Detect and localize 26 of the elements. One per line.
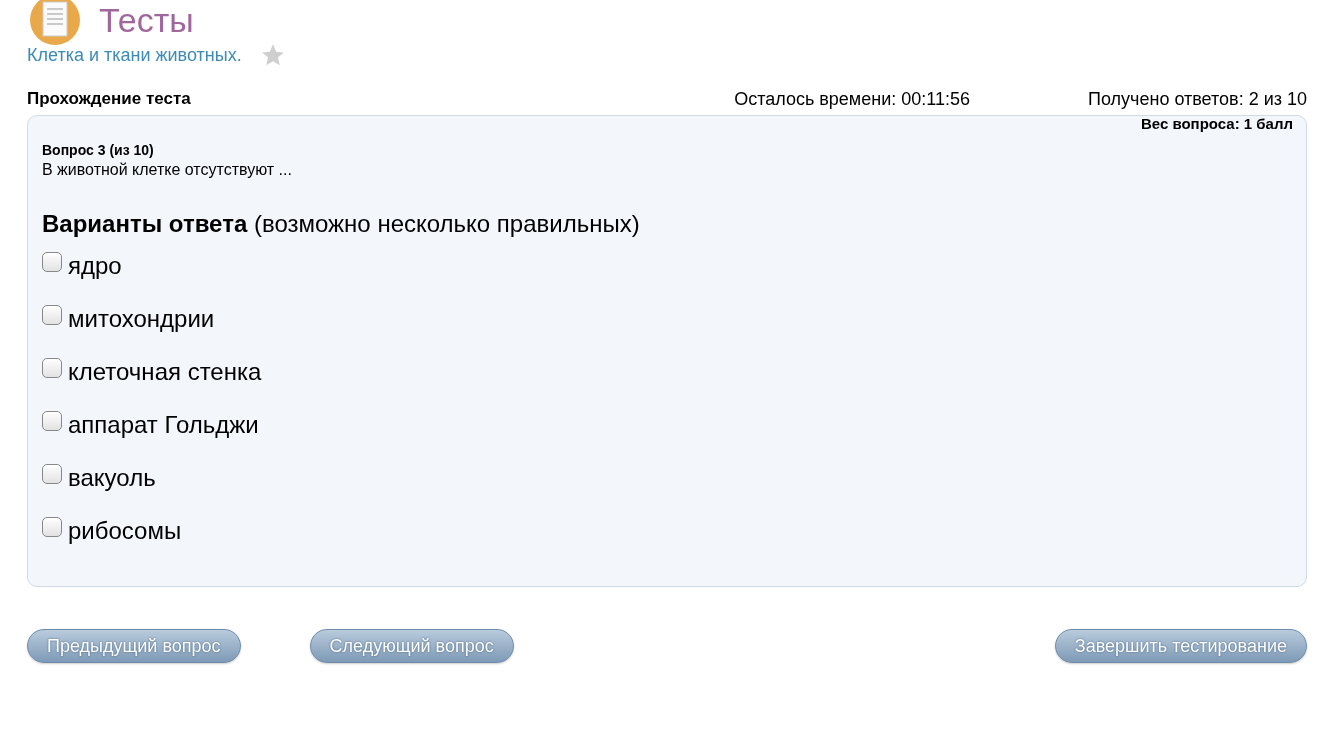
option-label: ядро: [68, 251, 122, 280]
finish-button[interactable]: Завершить тестирование: [1054, 629, 1307, 663]
time-left: Осталось времени: 00:11:56: [734, 88, 970, 110]
test-link[interactable]: Клетка и ткани животных.: [27, 44, 242, 66]
options-heading: Варианты ответа (возможно несколько правильных): [42, 209, 641, 239]
checkbox[interactable]: [42, 357, 62, 378]
question-number: Вопрос 3 (из 10): [42, 142, 155, 158]
option-label: рибосомы: [68, 516, 182, 545]
option-label: вакуоль: [68, 463, 156, 492]
option-label: митохондрии: [68, 304, 215, 333]
option-label: клеточная стенка: [68, 357, 262, 386]
star-icon[interactable]: [259, 42, 286, 68]
page-title: Тесты: [99, 0, 194, 40]
checkbox[interactable]: [42, 251, 62, 272]
document-icon: [29, 0, 81, 46]
nav-button[interactable]: Следующий вопрос: [309, 629, 514, 663]
checkbox[interactable]: [42, 304, 62, 325]
option-label: аппарат Гольджи: [68, 410, 259, 439]
checkbox[interactable]: [42, 410, 62, 431]
nav-button[interactable]: Предыдущий вопрос: [27, 629, 241, 663]
checkbox[interactable]: [42, 463, 62, 484]
answers-count: Получено ответов: 2 из 10: [1088, 88, 1307, 110]
question-text: В животной клетке отсутствуют ...: [42, 161, 293, 179]
question-weight: Вес вопроса: 1 балл: [1140, 116, 1293, 132]
checkbox[interactable]: [42, 516, 62, 537]
section-heading: Прохождение теста: [27, 89, 192, 109]
